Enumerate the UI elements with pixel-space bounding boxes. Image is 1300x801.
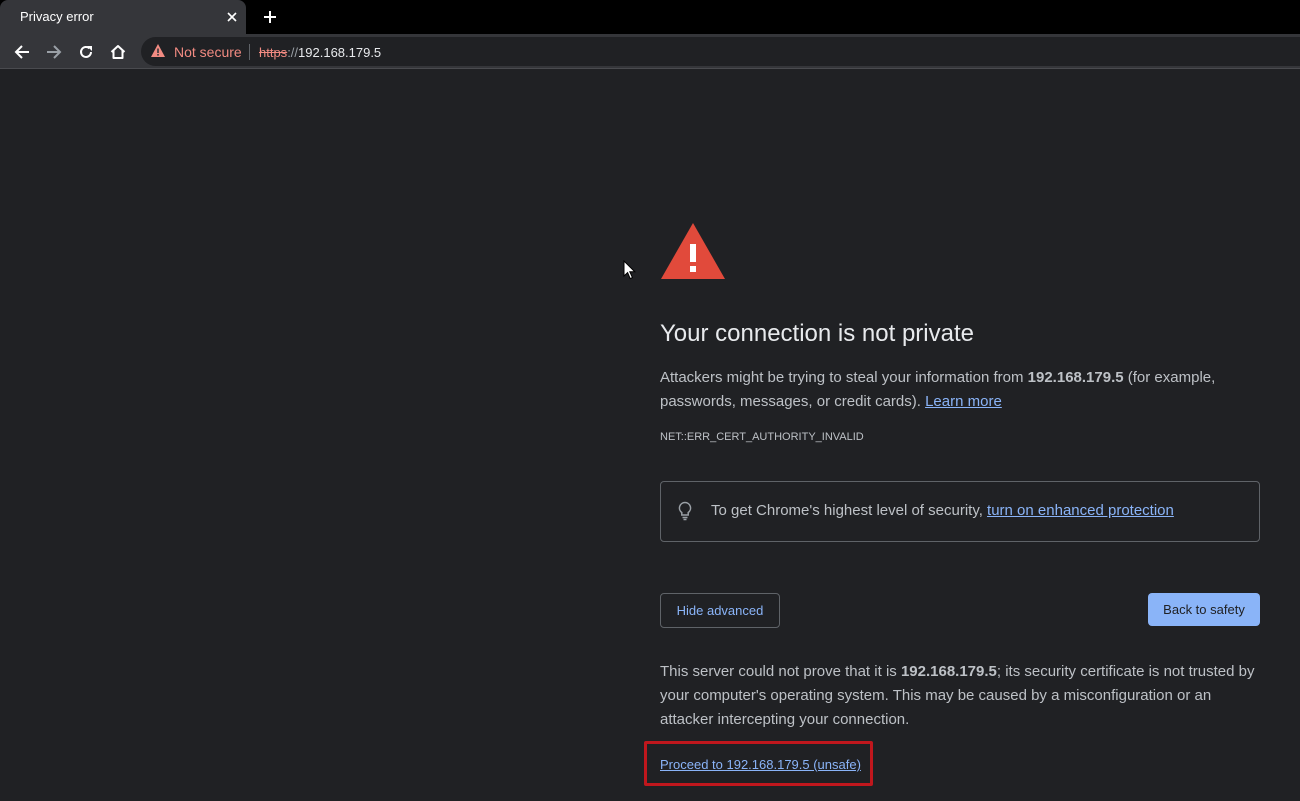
- security-status-label[interactable]: Not secure: [174, 44, 242, 60]
- tab-strip: Privacy error: [0, 0, 1300, 34]
- warning-triangle-icon[interactable]: [150, 43, 166, 59]
- new-tab-button[interactable]: [259, 6, 281, 28]
- details-prefix: This server could not prove that it is: [660, 663, 901, 680]
- learn-more-link[interactable]: Learn more: [925, 393, 1002, 410]
- tab-title: Privacy error: [20, 9, 94, 24]
- url-scheme-separator: ://: [287, 45, 299, 60]
- close-icon[interactable]: [223, 8, 241, 26]
- address-bar[interactable]: Not secure https://192.168.179.5: [141, 37, 1300, 66]
- interstitial-page: Your connection is not private Attackers…: [0, 70, 1300, 801]
- reload-icon: [80, 45, 92, 58]
- tab-privacy-error[interactable]: Privacy error: [0, 0, 246, 34]
- details-message: This server could not prove that it is 1…: [660, 660, 1260, 732]
- back-to-safety-button[interactable]: Back to safety: [1148, 593, 1260, 626]
- enhanced-protection-text: To get Chrome's highest level of securit…: [711, 502, 1174, 519]
- plus-icon: [264, 11, 276, 23]
- address-bar-divider: [249, 44, 250, 60]
- mouse-cursor-icon: [623, 260, 636, 280]
- main-message-host: 192.168.179.5: [1027, 369, 1124, 386]
- arrow-right-icon: [47, 45, 62, 59]
- url-text[interactable]: https://192.168.179.5: [259, 45, 381, 60]
- page-title: Your connection is not private: [660, 320, 974, 347]
- hide-advanced-button[interactable]: Hide advanced: [660, 593, 780, 628]
- forward-button[interactable]: [41, 39, 67, 65]
- reload-button[interactable]: [73, 39, 99, 65]
- home-button[interactable]: [105, 39, 131, 65]
- browser-toolbar: Not secure https://192.168.179.5: [0, 34, 1300, 69]
- arrow-left-icon: [14, 45, 29, 59]
- main-message: Attackers might be trying to steal your …: [660, 366, 1260, 414]
- url-scheme: https: [259, 45, 288, 60]
- back-button[interactable]: [9, 39, 35, 65]
- enhanced-protection-link[interactable]: turn on enhanced protection: [987, 502, 1174, 519]
- home-icon: [110, 45, 126, 59]
- details-host: 192.168.179.5: [900, 663, 997, 680]
- error-code: NET::ERR_CERT_AUTHORITY_INVALID: [660, 431, 864, 443]
- proceed-unsafe-link[interactable]: Proceed to 192.168.179.5 (unsafe): [660, 757, 861, 772]
- main-message-prefix: Attackers might be trying to steal your …: [660, 369, 1028, 386]
- enhanced-protection-prefix: To get Chrome's highest level of securit…: [711, 502, 988, 519]
- lightbulb-icon: [678, 501, 692, 521]
- danger-triangle-icon: [661, 223, 725, 279]
- url-host: 192.168.179.5: [298, 45, 382, 60]
- enhanced-protection-promo: To get Chrome's highest level of securit…: [660, 481, 1260, 542]
